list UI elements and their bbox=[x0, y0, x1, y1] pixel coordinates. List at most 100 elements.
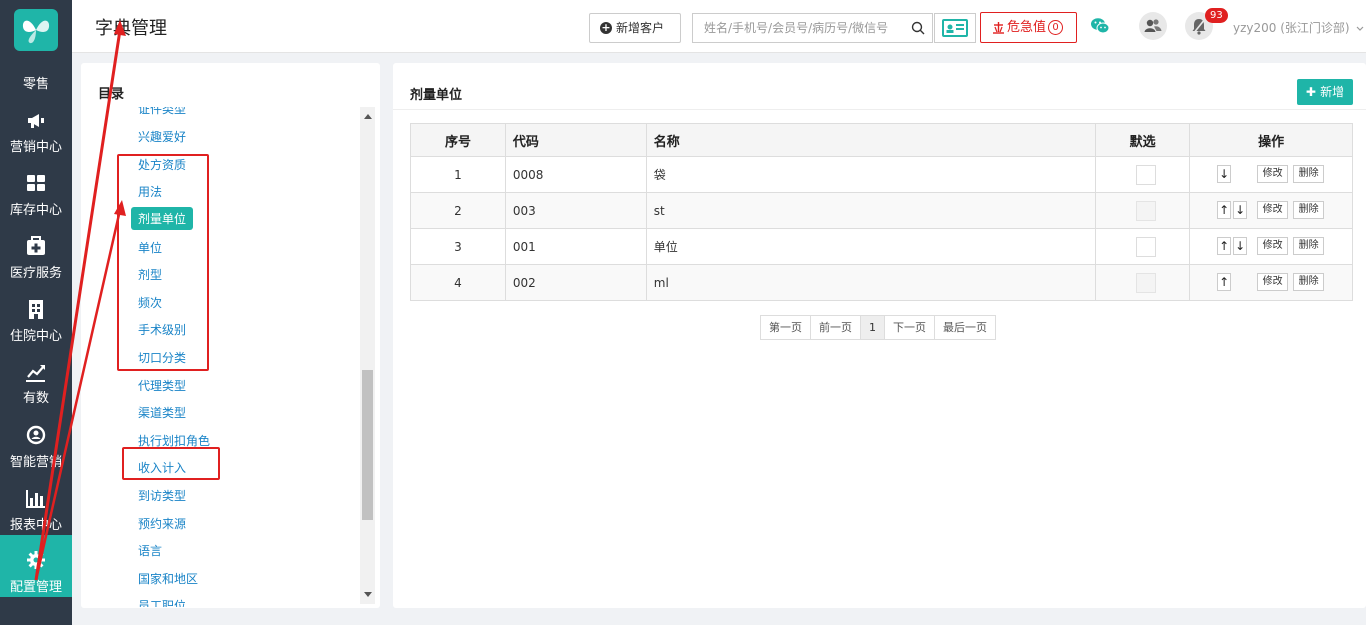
move-down-button[interactable]: ↓ bbox=[1233, 201, 1248, 219]
annotation-box bbox=[117, 154, 209, 371]
next-page-button[interactable]: 下一页 bbox=[885, 316, 935, 339]
chevron-down-icon bbox=[1356, 26, 1364, 31]
catalog-item[interactable]: 国家和地区 bbox=[138, 570, 198, 587]
nav-label: 零售 bbox=[22, 77, 49, 92]
page-title: 字典管理 bbox=[95, 18, 167, 39]
customer-search bbox=[692, 13, 933, 43]
alert-icon bbox=[993, 22, 1004, 34]
nav-item-data[interactable]: 有数 bbox=[0, 356, 72, 419]
user-menu[interactable]: yzy200 (张江门诊部) bbox=[1233, 19, 1364, 36]
row-name: ml bbox=[645, 264, 1097, 301]
default-checkbox[interactable] bbox=[1136, 164, 1157, 185]
move-down-button[interactable]: ↓ bbox=[1233, 237, 1248, 255]
scroll-down-icon[interactable] bbox=[364, 592, 372, 597]
edit-button[interactable]: 修改 bbox=[1257, 237, 1289, 255]
catalog-item[interactable]: 员工职位 bbox=[138, 597, 186, 607]
bar-chart-icon bbox=[26, 490, 45, 508]
move-down-button[interactable]: ↓ bbox=[1217, 165, 1232, 183]
table-header-row: 序号 代码 名称 默选 操作 bbox=[410, 123, 1353, 157]
add-new-label: 新增 bbox=[1320, 85, 1345, 99]
default-checkbox[interactable] bbox=[1136, 272, 1157, 293]
edit-button[interactable]: 修改 bbox=[1257, 273, 1289, 291]
default-cell bbox=[1095, 192, 1191, 229]
move-up-button[interactable]: ↑ bbox=[1217, 201, 1232, 219]
delete-button[interactable]: 删除 bbox=[1293, 237, 1325, 255]
catalog-item[interactable]: 证件类型 bbox=[138, 107, 186, 117]
edit-button[interactable]: 修改 bbox=[1257, 201, 1289, 219]
users-icon bbox=[1144, 19, 1162, 32]
nav-label: 医疗服务 bbox=[9, 266, 62, 281]
catalog-item[interactable]: 语言 bbox=[138, 542, 162, 559]
catalog-item[interactable]: 到访类型 bbox=[138, 487, 186, 504]
add-customer-label: 新增客户 bbox=[616, 21, 665, 35]
catalog-item[interactable]: 代理类型 bbox=[138, 377, 186, 394]
medkit-icon bbox=[27, 236, 45, 255]
catalog-item[interactable]: 预约来源 bbox=[138, 515, 186, 532]
plus-icon: ✚ bbox=[1305, 85, 1321, 99]
table-row: 3 001 单位 ↑ ↓ 修改 删除 bbox=[410, 228, 1353, 265]
id-card-button[interactable] bbox=[934, 13, 976, 43]
hospital-icon bbox=[29, 300, 43, 319]
default-cell bbox=[1095, 264, 1191, 301]
nav-label: 有数 bbox=[22, 391, 49, 406]
scroll-thumb[interactable] bbox=[362, 370, 373, 520]
wechat-icon[interactable] bbox=[1090, 17, 1110, 35]
table-row: 4 002 ml ↑ 修改 删除 bbox=[410, 264, 1353, 301]
nav-label: 住院中心 bbox=[9, 329, 62, 344]
last-page-button[interactable]: 最后一页 bbox=[935, 316, 995, 339]
move-up-button[interactable]: ↑ bbox=[1217, 273, 1232, 291]
row-number: 1 bbox=[410, 156, 506, 193]
move-up-button[interactable]: ↑ bbox=[1217, 237, 1232, 255]
catalog-item[interactable]: 渠道类型 bbox=[138, 404, 186, 421]
nav-item-medical[interactable]: 医疗服务 bbox=[0, 230, 72, 293]
nav-item-inventory[interactable]: 库存中心 bbox=[0, 167, 72, 230]
column-header: 操作 bbox=[1189, 123, 1353, 157]
smart-icon bbox=[26, 425, 46, 445]
edit-button[interactable]: 修改 bbox=[1257, 165, 1289, 183]
row-code: 003 bbox=[504, 192, 647, 229]
catalog-scrollbar[interactable] bbox=[360, 107, 375, 604]
nav-item-smart-marketing[interactable]: 智能营销 bbox=[0, 419, 72, 482]
add-new-button[interactable]: ✚ 新增 bbox=[1297, 79, 1353, 105]
ops-cell: ↑ 修改 删除 bbox=[1189, 264, 1353, 301]
search-icon[interactable] bbox=[911, 21, 925, 35]
prev-page-button[interactable]: 前一页 bbox=[811, 316, 861, 339]
nav-label: 智能营销 bbox=[9, 455, 62, 470]
delete-button[interactable]: 删除 bbox=[1293, 273, 1325, 291]
first-page-button[interactable]: 第一页 bbox=[761, 316, 811, 339]
butterfly-icon bbox=[22, 20, 50, 44]
row-number: 2 bbox=[410, 192, 506, 229]
delete-button[interactable]: 删除 bbox=[1293, 201, 1325, 219]
default-checkbox[interactable] bbox=[1136, 236, 1157, 257]
row-number: 3 bbox=[410, 228, 506, 265]
scroll-up-icon[interactable] bbox=[364, 114, 372, 119]
current-page[interactable]: 1 bbox=[861, 316, 885, 339]
nav-item-marketing[interactable]: 营销中心 bbox=[0, 104, 72, 167]
megaphone-icon bbox=[28, 114, 44, 128]
catalog-item[interactable]: 兴趣爱好 bbox=[138, 128, 186, 145]
add-customer-button[interactable]: + 新增客户 bbox=[589, 13, 681, 43]
delete-button[interactable]: 删除 bbox=[1293, 165, 1325, 183]
column-header: 序号 bbox=[410, 123, 506, 157]
top-header: 字典管理 + 新增客户 危急值0 bbox=[72, 0, 1366, 53]
pagination: 第一页 前一页 1 下一页 最后一页 bbox=[760, 315, 996, 340]
default-checkbox[interactable] bbox=[1136, 200, 1157, 221]
row-name: 袋 bbox=[645, 156, 1097, 193]
divider bbox=[393, 109, 1366, 110]
column-header: 默选 bbox=[1095, 123, 1191, 157]
default-cell bbox=[1095, 156, 1191, 193]
table-row: 1 0008 袋 ↓ 修改 删除 bbox=[410, 156, 1353, 193]
notification-badge: 93 bbox=[1205, 8, 1228, 23]
critical-value-button[interactable]: 危急值 0 bbox=[980, 12, 1077, 43]
content-panel: 剂量单位 ✚ 新增 序号 代码 名称 默选 操作 1 0008 袋 ↓ 修改 删… bbox=[393, 63, 1366, 608]
team-button[interactable] bbox=[1139, 12, 1167, 40]
row-code: 001 bbox=[504, 228, 647, 265]
nav-item-inpatient[interactable]: 住院中心 bbox=[0, 293, 72, 356]
row-code: 002 bbox=[504, 264, 647, 301]
app-logo[interactable] bbox=[14, 9, 58, 51]
search-input[interactable] bbox=[693, 14, 905, 42]
nav-label: 营销中心 bbox=[9, 140, 62, 155]
nav-item-config[interactable]: 配置管理 bbox=[0, 535, 72, 597]
nav-label: 库存中心 bbox=[9, 203, 62, 218]
critical-value-label: 危急值 bbox=[1007, 20, 1047, 35]
